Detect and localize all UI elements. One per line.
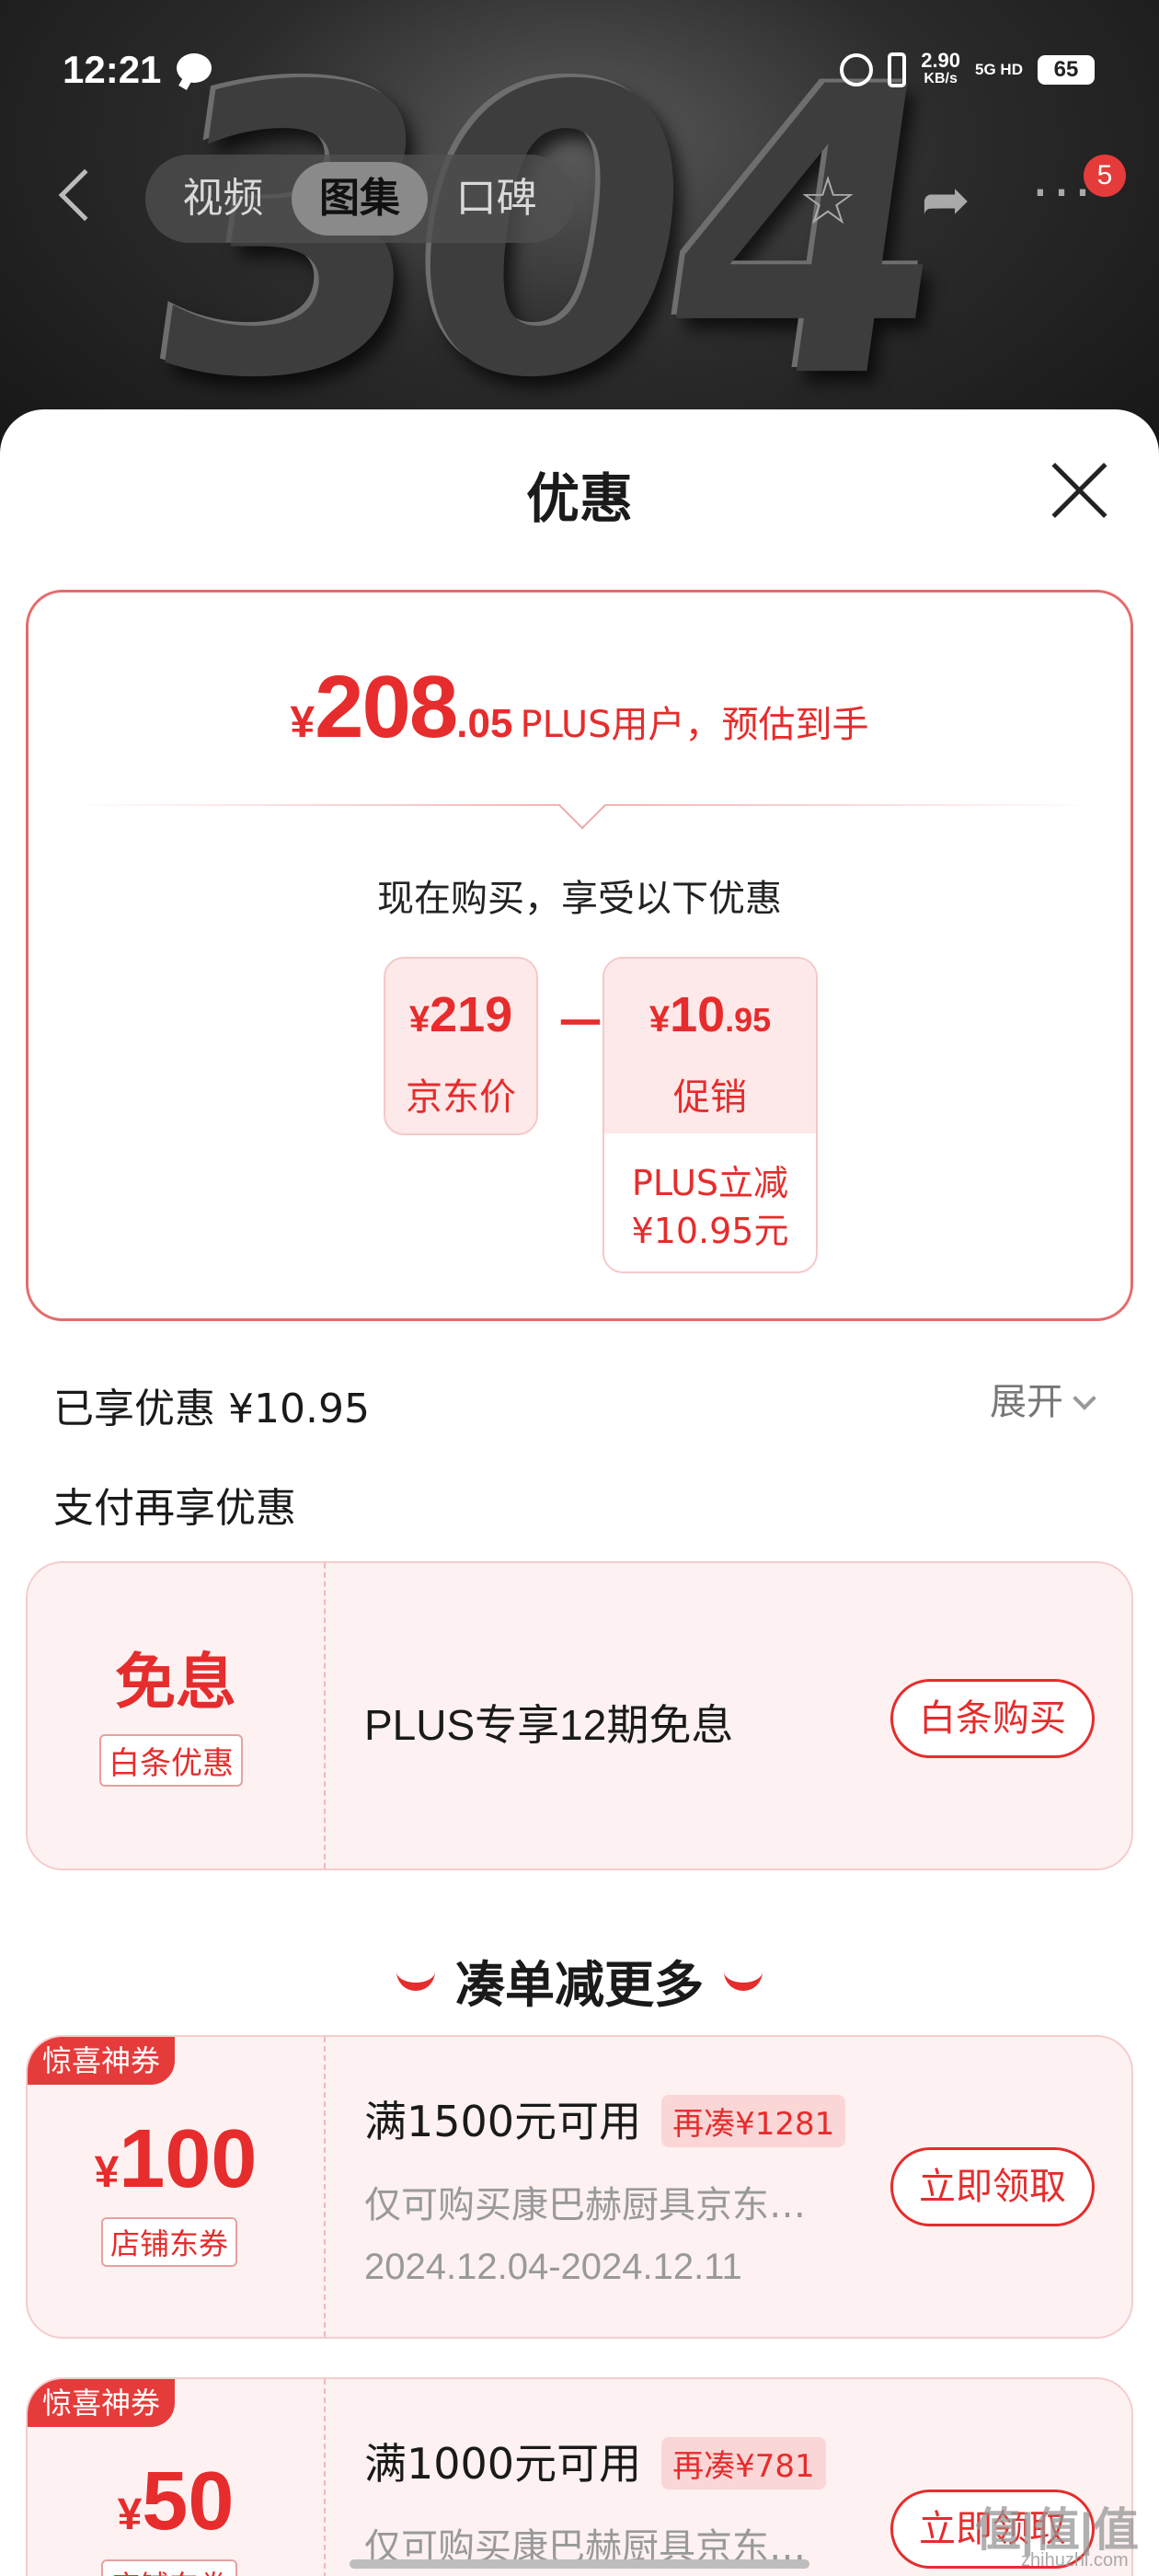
promo-decimal: .95 — [725, 1001, 772, 1039]
watermark-url: zhihuzhi.com — [1021, 2550, 1129, 2570]
interest-free-text: PLUS专享12期免息 — [364, 1701, 734, 1749]
network-speed-value: 2.90 — [921, 49, 961, 72]
coupon-currency: ¥ — [117, 2490, 143, 2539]
coupon-condition: 满1000元可用 再凑¥781 — [364, 2431, 826, 2493]
interest-free-card: 免息 白条优惠 PLUS专享12期免息 白条购买 — [26, 1561, 1133, 1870]
pay-more-heading: 支付再享优惠 — [53, 1485, 296, 1532]
jd-price-value: 219 — [430, 987, 513, 1042]
jd-price-label: 京东价 — [406, 1076, 516, 1119]
coupon-amount: ¥50 — [28, 2455, 324, 2549]
coupon-tag: 店铺东券 — [101, 2559, 238, 2576]
coupon-value: 50 — [142, 2455, 235, 2547]
tab-reviews[interactable]: 口碑 — [428, 162, 565, 236]
more-discount-title: 凑单减更多 — [455, 1956, 704, 2014]
divider-notch — [558, 782, 606, 830]
coupon-need-more: 再凑¥781 — [661, 2437, 826, 2490]
final-price-integer: 208 — [315, 658, 458, 756]
network-speed-unit: KB/s — [924, 71, 958, 86]
coupon-divider — [324, 1563, 326, 1869]
media-tabs: 视频 图集 口碑 — [145, 155, 574, 243]
promo-box: ¥10.95 促销 PLUS立减 ¥10.95元 — [602, 957, 818, 1273]
final-price: ¥208.05 PLUS用户，预估到手 — [29, 657, 1130, 758]
network-speed: 2.90 KB/s — [921, 49, 961, 88]
coupon-description: 仅可购买康巴赫厨具京东… — [364, 2184, 806, 2226]
status-icons: 2.90 KB/s 5G HD 65 — [840, 49, 1095, 88]
coupon-divider — [324, 2379, 326, 2576]
coupon-value: 100 — [119, 2113, 258, 2205]
coupon-divider — [324, 2037, 326, 2337]
tab-video[interactable]: 视频 — [155, 162, 292, 236]
signal-icon: 5G HD — [975, 61, 1023, 78]
coupon-badge: 惊喜神券 — [28, 2037, 176, 2085]
coupon-condition: 满1500元可用 再凑¥1281 — [364, 2088, 846, 2151]
price-summary-card: ¥208.05 PLUS用户，预估到手 现在购买，享受以下优惠 ¥219 京东价 … — [26, 590, 1133, 1321]
promo-label: 促销 — [673, 1076, 747, 1119]
interest-free-title: 免息 — [115, 1647, 236, 1718]
coupon-card: 惊喜神券 ¥50 店铺东券 满1000元可用再凑¥781 仅可购买康巴赫厨具京东… — [26, 2377, 1133, 2576]
jd-price-box: ¥219 京东价 — [384, 957, 538, 1135]
battery-icon: 65 — [1038, 55, 1095, 85]
promo-currency: ¥ — [648, 999, 671, 1040]
top-nav: 视频 图集 口碑 ☆ ➦ ··· 5 — [0, 147, 1159, 248]
coupon-badge: 惊喜神券 — [28, 2379, 176, 2427]
promo-integer: 10 — [670, 987, 726, 1042]
coupon-tag: 店铺东券 — [101, 2217, 238, 2267]
more-discount-heading: 凑单减更多 — [0, 1944, 1159, 2017]
coupon-amount: ¥100 — [28, 2112, 324, 2207]
final-price-note: PLUS用户，预估到手 — [520, 704, 869, 746]
smile-icon — [724, 1971, 763, 1992]
vibrate-icon — [888, 52, 907, 87]
final-price-currency: ¥ — [290, 698, 316, 747]
notification-badge: 5 — [1084, 155, 1126, 197]
alarm-icon — [840, 53, 874, 86]
interest-free-left: 免息 白条优惠 — [28, 1563, 324, 1869]
jd-price-amount: ¥219 — [385, 986, 536, 1043]
star-icon[interactable]: ☆ — [793, 166, 863, 236]
final-price-decimal: .05 — [456, 701, 513, 746]
coupon-need-more: 再凑¥1281 — [661, 2095, 846, 2147]
coupon-currency: ¥ — [94, 2148, 120, 2197]
enjoyed-discount: 已享优惠 ¥10.95 — [53, 1386, 370, 1432]
promo-detail-line2: ¥10.95元 — [631, 1211, 789, 1251]
promo-detail: PLUS立减 ¥10.95元 — [604, 1159, 816, 1255]
close-icon[interactable] — [1047, 457, 1111, 522]
jd-price-currency: ¥ — [408, 999, 430, 1040]
promo-detail-line1: PLUS立减 — [631, 1163, 789, 1203]
coupon-condition-text: 满1000元可用 — [364, 2439, 642, 2489]
smile-icon — [396, 1971, 435, 1992]
baitiao-buy-button[interactable]: 白条购买 — [890, 1679, 1095, 1758]
expand-button[interactable]: 展开 — [990, 1372, 1096, 1425]
coupon-date: 2024.12.04-2024.12.11 — [364, 2247, 742, 2287]
claim-coupon-button[interactable]: 立即领取 — [890, 2147, 1095, 2226]
home-indicator[interactable] — [350, 2559, 809, 2569]
status-bar: 12:21 2.90 KB/s 5G HD 65 — [0, 0, 1159, 138]
status-time: 12:21 — [63, 48, 162, 91]
sheet-title: 优惠 — [525, 467, 633, 530]
interest-free-tag: 白条优惠 — [99, 1734, 243, 1787]
coupon-condition-text: 满1500元可用 — [364, 2097, 642, 2146]
expand-label: 展开 — [990, 1381, 1063, 1423]
back-icon[interactable] — [58, 168, 111, 222]
promo-amount: ¥10.95 — [604, 986, 816, 1043]
buy-now-text: 现在购买，享受以下优惠 — [377, 878, 782, 920]
message-icon — [177, 53, 212, 83]
chevron-down-icon — [1073, 1386, 1096, 1410]
tab-gallery[interactable]: 图集 — [291, 162, 429, 236]
coupon-card: 惊喜神券 ¥100 店铺东券 满1500元可用 再凑¥1281 仅可购买康巴赫厨具… — [26, 2035, 1133, 2339]
minus-sign: － — [555, 995, 606, 1054]
share-icon[interactable]: ➦ — [911, 166, 981, 236]
